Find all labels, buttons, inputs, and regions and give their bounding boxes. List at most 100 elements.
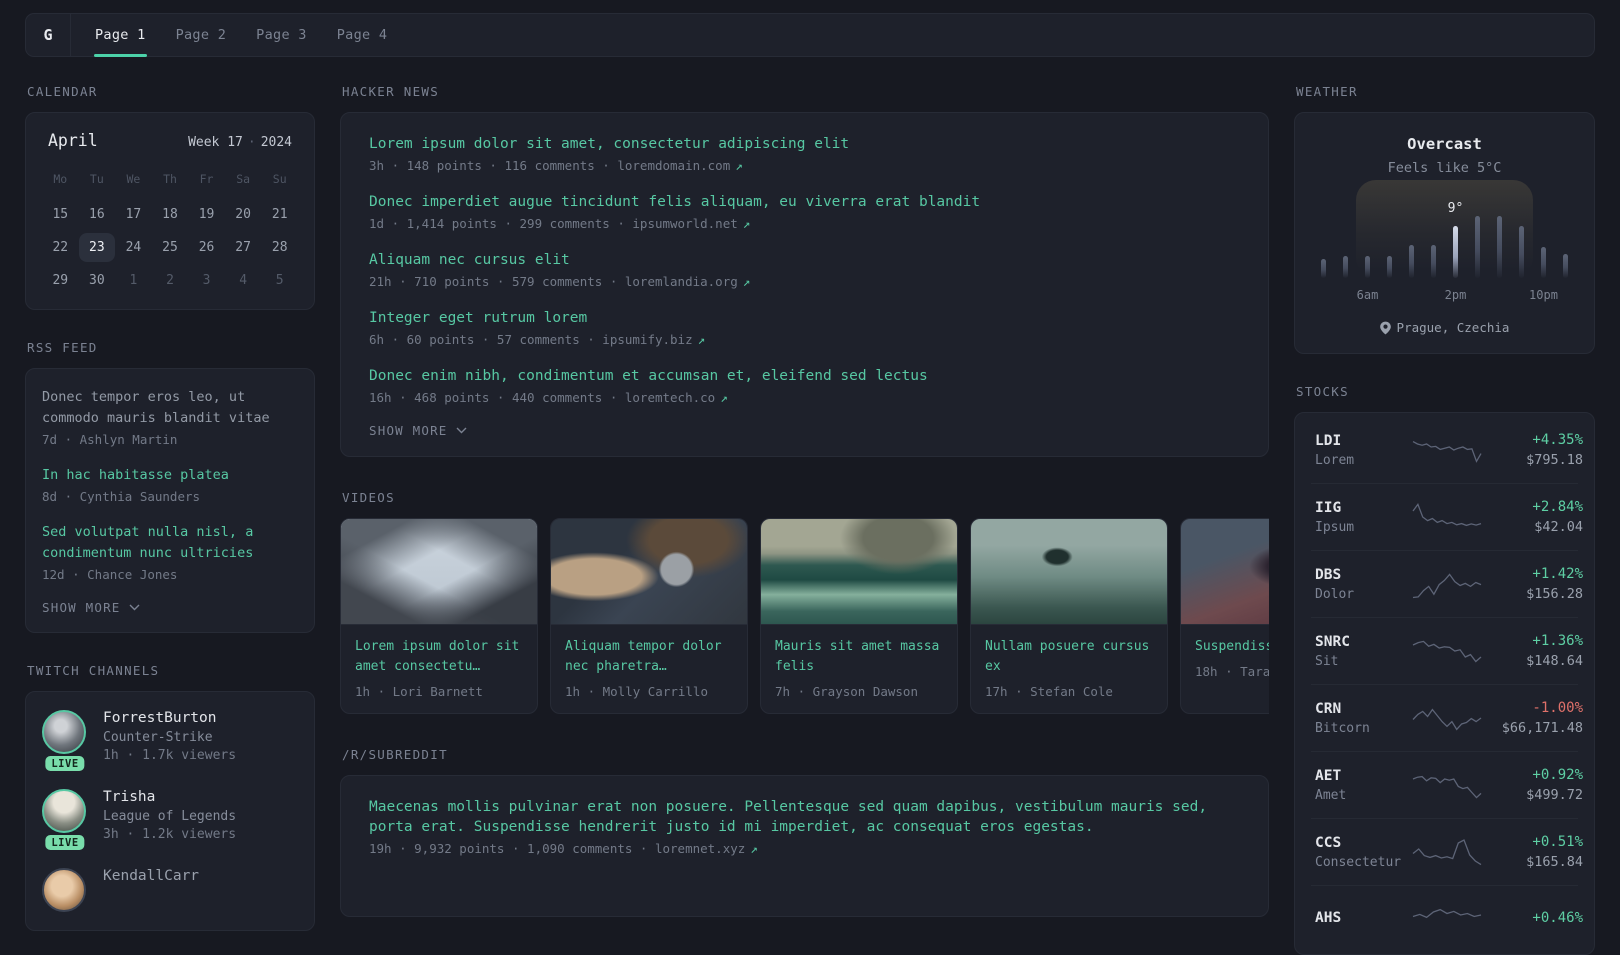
weather-hour-bar <box>1453 226 1458 278</box>
external-link-icon[interactable]: ↗ <box>720 390 728 405</box>
calendar-weekday: We <box>126 172 141 186</box>
stock-ticker: AET <box>1315 767 1342 784</box>
weather-feels-like: Feels like 5°C <box>1387 160 1502 176</box>
hacker-news-item-title[interactable]: Lorem ipsum dolor sit amet, consectetur … <box>369 134 1240 154</box>
external-link-icon[interactable]: ↗ <box>743 216 751 231</box>
stock-sparkline <box>1412 441 1482 463</box>
video-card[interactable]: Mauris sit amet massa felis 7h · Grayson … <box>760 518 958 714</box>
video-thumbnail[interactable] <box>761 519 957 625</box>
app-logo[interactable]: G <box>26 14 71 56</box>
rss-item-meta: 7d · Ashlyn Martin <box>42 432 178 447</box>
stock-row[interactable]: AET Amet +0.92% $499.72 <box>1311 751 1583 818</box>
twitch-widget-label: TWITCH CHANNELS <box>27 663 160 678</box>
twitch-channel-row[interactable]: LIVE Trisha League of Legends 3h · 1.2k vie… <box>42 789 298 850</box>
rss-item: Sed volutpat nulla nisl, a condimentum n… <box>42 522 298 582</box>
stock-change: +0.92% <box>1532 767 1583 783</box>
stock-row[interactable]: LDI Lorem +4.35% $795.18 <box>1311 417 1583 483</box>
stock-change: +2.84% <box>1532 499 1583 515</box>
stock-sparkline <box>1412 908 1482 919</box>
external-link-icon[interactable]: ↗ <box>735 158 743 173</box>
nav-tab-page-1[interactable]: Page 1 <box>80 14 161 57</box>
calendar-weekday: Th <box>163 172 177 186</box>
stocks-widget: STOCKS LDI Lorem +4.35% $795.18 IIG Ipsum +2.8… <box>1294 384 1595 955</box>
video-thumbnail[interactable] <box>1181 519 1269 625</box>
stock-row[interactable]: CRN Bitcorn -1.00% $66,171.48 <box>1311 684 1583 751</box>
hacker-news-item-title[interactable]: Donec enim nibh, condimentum et accumsan… <box>369 366 1240 386</box>
weather-hour-bar <box>1409 245 1414 278</box>
hacker-news-item-title[interactable]: Integer eget rutrum lorem <box>369 308 1240 328</box>
weather-hour-bar <box>1563 254 1568 278</box>
videos-widget-label: VIDEOS <box>342 490 395 505</box>
twitch-channel-row[interactable]: KendallCarr <box>42 868 298 912</box>
video-title[interactable]: Nullam posuere cursus ex <box>985 637 1153 677</box>
hacker-news-card: Lorem ipsum dolor sit amet, consectetur … <box>340 112 1269 457</box>
external-link-icon[interactable]: ↗ <box>743 274 751 289</box>
show-more-label: SHOW MORE <box>42 600 121 615</box>
videos-widget: VIDEOS Lorem ipsum dolor sit amet consec… <box>340 490 1269 714</box>
video-title[interactable]: Lorem ipsum dolor sit amet consectetu… <box>355 637 523 677</box>
stock-id: CRN Bitcorn <box>1315 701 1411 736</box>
video-title[interactable]: Suspendisse diam <box>1195 637 1269 657</box>
stock-sparkline-wrap <box>1411 634 1483 668</box>
stock-id: SNRC Sit <box>1315 634 1411 669</box>
stock-row[interactable]: DBS Dolor +1.42% $156.28 <box>1311 550 1583 617</box>
stock-values: +0.92% $499.72 <box>1483 767 1583 803</box>
twitch-channel-name: ForrestBurton <box>103 710 217 726</box>
subreddit-post-title[interactable]: Maecenas mollis pulvinar erat non posuer… <box>369 797 1240 837</box>
twitch-channel-row[interactable]: LIVE ForrestBurton Counter-Strike 1h · 1.7k… <box>42 710 298 771</box>
stock-row[interactable]: IIG Ipsum +2.84% $42.04 <box>1311 483 1583 550</box>
stock-row[interactable]: CCS Consectetur +0.51% $165.84 <box>1311 818 1583 885</box>
nav-tab-page-3[interactable]: Page 3 <box>241 14 322 56</box>
hacker-news-item: Lorem ipsum dolor sit amet, consectetur … <box>369 134 1240 173</box>
nav-tab-page-4[interactable]: Page 4 <box>322 14 403 56</box>
twitch-channel-category: Counter-Strike <box>103 730 213 745</box>
avatar <box>42 868 86 912</box>
video-card[interactable]: Nullam posuere cursus ex 17h · Stefan Col… <box>970 518 1168 714</box>
stock-name: Dolor <box>1315 586 1355 602</box>
stock-sparkline-wrap <box>1411 901 1483 935</box>
video-card[interactable]: Aliquam tempor dolor nec pharetra… 1h · M… <box>550 518 748 714</box>
video-meta: 1h · Molly Carrillo <box>565 684 708 699</box>
video-title[interactable]: Mauris sit amet massa felis <box>775 637 943 677</box>
calendar-day: 22 <box>52 240 69 255</box>
weather-hour-bar <box>1541 247 1546 278</box>
external-link-icon[interactable]: ↗ <box>750 841 758 856</box>
external-link-icon[interactable]: ↗ <box>698 332 706 347</box>
video-card-body: Aliquam tempor dolor nec pharetra… 1h · M… <box>551 625 747 713</box>
stock-ticker: LDI <box>1315 432 1342 449</box>
stock-ticker: CCS <box>1315 834 1342 851</box>
stock-values: +1.42% $156.28 <box>1483 566 1583 602</box>
video-title[interactable]: Aliquam tempor dolor nec pharetra… <box>565 637 733 677</box>
video-card-body: Nullam posuere cursus ex 17h · Stefan Col… <box>971 625 1167 713</box>
subreddit-post: Maecenas mollis pulvinar erat non posuer… <box>369 797 1240 856</box>
rss-item-title[interactable]: In hac habitasse platea <box>42 465 298 486</box>
video-thumbnail[interactable] <box>551 519 747 625</box>
stock-sparkline-wrap <box>1411 500 1483 534</box>
weather-condition: Overcast <box>1407 135 1482 153</box>
stock-row[interactable]: AHS +0.46% <box>1311 885 1583 950</box>
calendar-card: April Week 17 · 2024 Mo Tu We Th Fr Sa Su 15 16 17… <box>25 112 315 310</box>
show-more-button[interactable]: SHOW MORE <box>42 600 140 615</box>
video-card[interactable]: Suspendisse diam 18h · Tara <box>1180 518 1269 714</box>
calendar-day: 26 <box>198 240 215 255</box>
show-more-button[interactable]: SHOW MORE <box>369 423 467 438</box>
stock-change: -1.00% <box>1532 700 1583 716</box>
video-thumbnail[interactable] <box>971 519 1167 625</box>
live-badge: LIVE <box>45 756 85 771</box>
video-thumbnail[interactable] <box>341 519 537 625</box>
twitch-channel-info: KendallCarr <box>103 868 199 912</box>
rss-item-title[interactable]: Sed volutpat nulla nisl, a condimentum n… <box>42 522 298 564</box>
calendar-day: 1 <box>129 273 138 288</box>
stock-row[interactable]: SNRC Sit +1.36% $148.64 <box>1311 617 1583 684</box>
stock-ticker: DBS <box>1315 566 1342 583</box>
stock-name: Bitcorn <box>1315 720 1370 736</box>
stock-name: Ipsum <box>1315 519 1355 535</box>
hacker-news-item-title[interactable]: Aliquam nec cursus elit <box>369 250 1240 270</box>
video-card[interactable]: Lorem ipsum dolor sit amet consectetu… 1h… <box>340 518 538 714</box>
calendar-year: 2024 <box>260 135 292 150</box>
rss-widget-label: RSS FEED <box>27 340 98 355</box>
rss-item-title[interactable]: Donec tempor eros leo, ut commodo mauris… <box>42 387 298 429</box>
calendar-day: 27 <box>235 240 251 255</box>
hacker-news-item-title[interactable]: Donec imperdiet augue tincidunt felis al… <box>369 192 1240 212</box>
nav-tab-page-2[interactable]: Page 2 <box>161 14 242 56</box>
